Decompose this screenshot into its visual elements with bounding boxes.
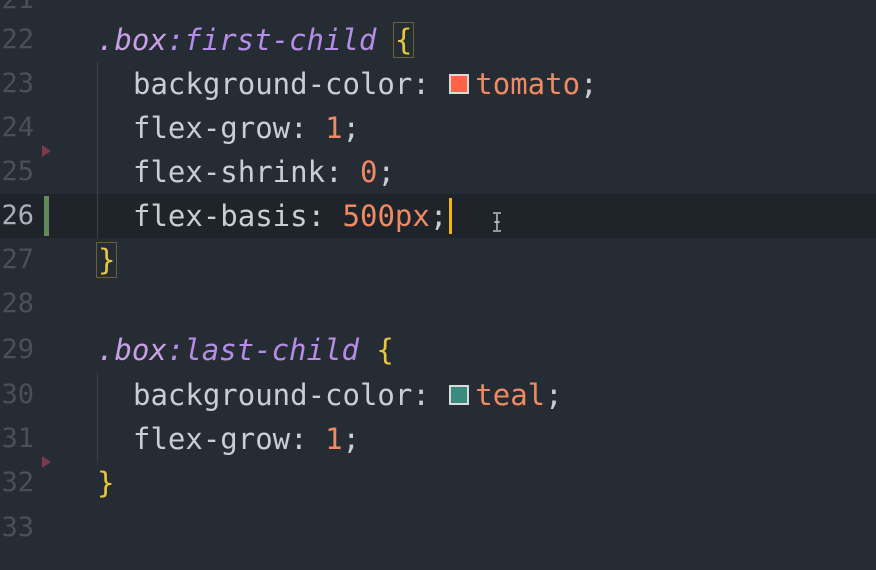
code-editor[interactable]: 21 22 .box:first-child { 23 background-c… — [0, 0, 876, 570]
indent-guide — [97, 194, 98, 238]
code-line[interactable]: 27 } — [0, 238, 876, 282]
colon: : — [412, 378, 430, 412]
fold-arrow-icon[interactable] — [42, 145, 51, 157]
semicolon: ; — [545, 378, 563, 412]
text-caret — [449, 198, 453, 234]
property-name: background-color — [133, 378, 413, 412]
pseudo-class: :last-child — [166, 333, 359, 367]
code-line[interactable]: 30 background-color: teal; — [0, 373, 876, 417]
selector-line[interactable]: .box:first-child { — [97, 18, 415, 62]
line-number: 25 — [1, 156, 34, 187]
property-name: flex-basis — [133, 199, 308, 233]
semicolon: ; — [342, 422, 361, 456]
code-line-active[interactable]: 26 flex-basis: 500px; — [0, 194, 876, 238]
git-modified-marker — [44, 196, 49, 236]
semicolon: ; — [342, 111, 361, 145]
open-brace: { — [376, 333, 394, 367]
selector-line[interactable]: .box:last-child { — [97, 328, 394, 372]
property-name: flex-grow — [133, 422, 291, 456]
declaration[interactable]: flex-shrink: 0; — [133, 150, 395, 194]
line-number: 27 — [1, 244, 34, 275]
code-line[interactable]: 32 } — [0, 461, 876, 505]
property-name: flex-grow — [133, 111, 291, 145]
code-line[interactable]: 31 flex-grow: 1; — [0, 417, 876, 461]
line-number: 33 — [1, 512, 34, 543]
color-swatch-icon[interactable] — [449, 74, 470, 94]
property-value: teal — [475, 378, 546, 412]
line-number: 23 — [1, 68, 34, 99]
indent-guide — [97, 62, 98, 106]
code-line[interactable]: 23 background-color: tomato; — [0, 62, 876, 106]
property-value: 1 — [325, 111, 343, 145]
close-brace: } — [95, 242, 118, 278]
line-number: 22 — [1, 24, 34, 55]
indent-guide — [97, 417, 98, 461]
line-number: 31 — [1, 423, 34, 454]
close-brace: } — [97, 466, 115, 500]
declaration[interactable]: flex-basis: 500px; — [133, 194, 453, 238]
semicolon: ; — [429, 199, 448, 233]
colon: : — [290, 111, 308, 145]
line-number: 29 — [1, 334, 34, 365]
closing-brace-line[interactable]: } — [97, 461, 114, 505]
property-name: flex-shrink — [133, 155, 326, 189]
declaration[interactable]: flex-grow: 1; — [133, 417, 360, 461]
property-name: background-color — [133, 67, 413, 101]
line-number: 28 — [1, 288, 34, 319]
declaration[interactable]: flex-grow: 1; — [133, 106, 360, 150]
indent-guide — [97, 150, 98, 194]
line-number: 26 — [1, 200, 34, 231]
code-line[interactable]: 24 flex-grow: 1; — [0, 106, 876, 150]
i-beam-cursor-icon — [493, 212, 501, 232]
colon: : — [290, 422, 308, 456]
selector-class: .box — [97, 23, 167, 57]
code-line[interactable]: 22 .box:first-child { — [0, 18, 876, 62]
property-value: 500px — [342, 199, 430, 233]
code-line[interactable]: 33 — [0, 506, 876, 550]
declaration[interactable]: background-color: teal; — [133, 373, 563, 417]
indent-guide — [97, 373, 98, 417]
semicolon: ; — [580, 67, 598, 101]
colon: : — [307, 199, 326, 233]
property-value: 0 — [360, 155, 378, 189]
code-line[interactable]: 25 flex-shrink: 0; — [0, 150, 876, 194]
semicolon: ; — [377, 155, 395, 189]
declaration[interactable]: background-color: tomato; — [133, 62, 598, 106]
fold-arrow-icon[interactable] — [42, 456, 51, 468]
line-number: 30 — [1, 379, 34, 410]
colon: : — [325, 155, 343, 189]
line-number: 24 — [1, 112, 34, 143]
open-brace: { — [392, 22, 415, 58]
code-line[interactable]: 29 .box:last-child { — [0, 328, 876, 372]
property-value: 1 — [325, 422, 343, 456]
line-number: 32 — [1, 467, 34, 498]
indent-guide — [97, 106, 98, 150]
closing-brace-line[interactable]: } — [95, 238, 118, 282]
pseudo-class: :first-child — [166, 23, 377, 57]
code-line[interactable]: 28 — [0, 282, 876, 326]
colon: : — [412, 67, 430, 101]
selector-class: .box — [97, 333, 167, 367]
color-swatch-icon[interactable] — [449, 385, 470, 405]
property-value: tomato — [475, 67, 581, 101]
